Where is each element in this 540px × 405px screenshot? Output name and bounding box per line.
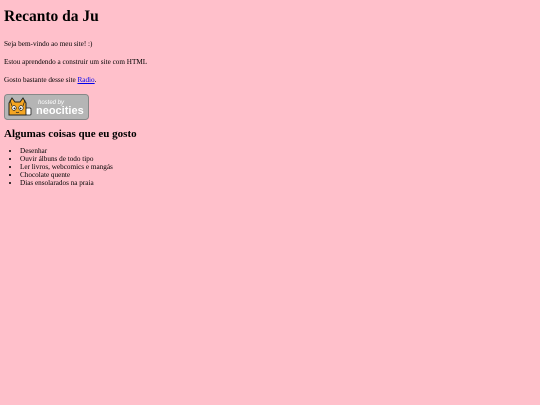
neocities-badge-link[interactable]: hosted by neocities (4, 94, 536, 120)
learning-text: Estou aprendendo a construir um site com… (4, 58, 148, 66)
list-item: Chocolate quente (20, 171, 536, 179)
likes-paragraph: Gosto bastante desse site Radio. (4, 76, 536, 85)
list-item: Dias ensolarados na praia (20, 179, 536, 187)
section-heading: Algumas coisas que eu gosto (4, 128, 137, 140)
radio-link[interactable]: Radio (77, 76, 94, 84)
neocities-badge: hosted by neocities (4, 94, 89, 120)
list-item: Ler livros, webcomics e mangás (20, 163, 536, 171)
likes-suffix: . (94, 76, 97, 84)
page: Recanto da Ju Seja bem-vindo ao meu site… (0, 0, 540, 405)
list-item: Ouvir álbuns de todo tipo (20, 155, 536, 163)
page-title: Recanto da Ju (4, 8, 99, 25)
welcome-text: Seja bem-vindo ao meu site! :) (4, 40, 93, 48)
list-item: Desenhar (20, 147, 536, 155)
likes-list: Desenhar Ouvir álbuns de todo tipo Ler l… (4, 147, 536, 187)
badge-line2: neocities (36, 105, 84, 117)
likes-prefix: Gosto bastante desse site (4, 76, 78, 84)
